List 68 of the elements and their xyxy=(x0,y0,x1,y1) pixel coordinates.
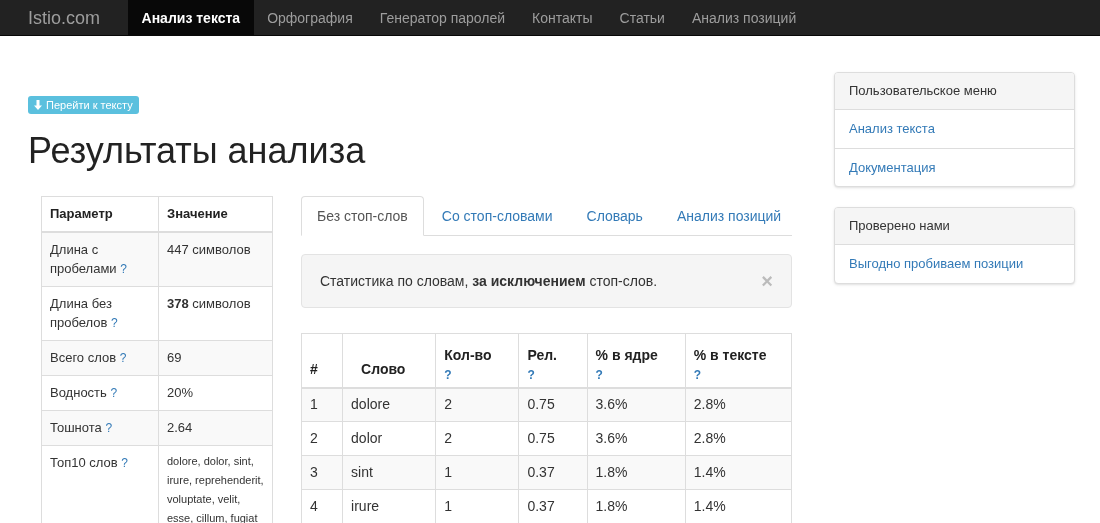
table-cell: 0.37 xyxy=(518,455,588,490)
table-cell: 2 xyxy=(435,421,519,456)
parameter-label: Тошнота xyxy=(50,419,102,435)
column-header: Параметр xyxy=(41,196,159,232)
nav-link[interactable]: Анализ текста xyxy=(128,0,254,36)
brand-link[interactable]: Istio.com xyxy=(0,0,129,36)
column-header: # xyxy=(310,359,319,379)
table-cell: 0.75 xyxy=(518,387,588,422)
table-cell: 2 xyxy=(301,421,343,456)
parameter-label: Длина без пробелов xyxy=(50,295,112,330)
help-link[interactable]: ? xyxy=(119,350,127,365)
parameter-value: 447 символов xyxy=(167,241,251,257)
column-header: Слово xyxy=(361,359,407,379)
parameter-value: dolore, dolor, sint, irure, reprehenderit, voluptate, velit, esse, cillum, fugiat xyxy=(167,453,264,523)
table-cell: 4 xyxy=(301,489,343,523)
table-cell: 2.8% xyxy=(685,387,792,422)
panel-link[interactable]: Выгодно пробиваем позиции xyxy=(835,245,1074,283)
help-link[interactable]: ? xyxy=(693,367,783,383)
help-link[interactable]: ? xyxy=(121,455,128,470)
parameter-value: 20% xyxy=(167,384,194,400)
table-cell: 1 xyxy=(301,387,343,422)
table-cell: dolor xyxy=(342,421,436,456)
parameter-value: 69 xyxy=(167,349,182,365)
column-header: Значение xyxy=(158,196,273,232)
tab[interactable]: Словарь xyxy=(570,196,659,236)
panel-link[interactable]: Документация xyxy=(835,148,1074,186)
parameter-value: 378 символов xyxy=(167,295,251,311)
table-cell: 3.6% xyxy=(587,387,686,422)
nav-link[interactable]: Генератор паролей xyxy=(366,0,519,36)
column-header: Рел. xyxy=(527,345,558,365)
table-cell: 2 xyxy=(435,387,519,422)
parameter-label: Водность xyxy=(50,384,107,400)
table-cell: 1 xyxy=(435,455,519,490)
arrow-down-icon xyxy=(34,100,42,110)
help-link[interactable]: ? xyxy=(527,367,579,383)
table-cell: 3 xyxy=(301,455,343,490)
table-cell: 3.6% xyxy=(587,421,686,456)
tab[interactable]: Анализ позиций xyxy=(660,196,798,236)
help-link[interactable]: ? xyxy=(111,315,118,330)
alert-text: Статистика по словам, за исключением стоп-слов. xyxy=(320,271,658,291)
help-link[interactable]: ? xyxy=(110,385,118,400)
panel-heading: Проверено нами xyxy=(835,208,1074,245)
column-header: % в тексте xyxy=(693,345,768,365)
table-cell: 0.75 xyxy=(518,421,588,456)
parameter-value: 2.64 xyxy=(167,419,193,435)
table-cell: 1.4% xyxy=(685,455,792,490)
table-cell: sint xyxy=(342,455,436,490)
parameter-label: Всего слов xyxy=(50,349,117,365)
tab[interactable]: Без стоп-слов xyxy=(301,196,424,236)
nav-link[interactable]: Контакты xyxy=(518,0,607,36)
tab[interactable]: Со стоп-словами xyxy=(425,196,569,236)
table-cell: dolore xyxy=(342,387,436,422)
table-cell: 1.8% xyxy=(587,455,686,490)
help-link[interactable]: ? xyxy=(444,367,511,383)
page-title: Результаты анализа xyxy=(28,131,367,171)
table-cell: 2.8% xyxy=(685,421,792,456)
help-link[interactable]: ? xyxy=(595,367,677,383)
panel-heading: Пользовательское меню xyxy=(835,73,1074,110)
nav-link[interactable]: Статьи xyxy=(606,0,679,36)
parameter-label: Длина с пробелами xyxy=(50,241,117,276)
panel-link[interactable]: Анализ текста xyxy=(835,110,1074,148)
column-header: % в ядре xyxy=(595,345,659,365)
parameter-label: Топ10 слов xyxy=(50,454,118,470)
help-link[interactable]: ? xyxy=(105,420,113,435)
nav-link[interactable]: Орфография xyxy=(253,0,367,36)
help-link[interactable]: ? xyxy=(120,261,127,276)
column-header: Кол-во xyxy=(444,345,493,365)
nav-link[interactable]: Анализ позиций xyxy=(678,0,810,36)
